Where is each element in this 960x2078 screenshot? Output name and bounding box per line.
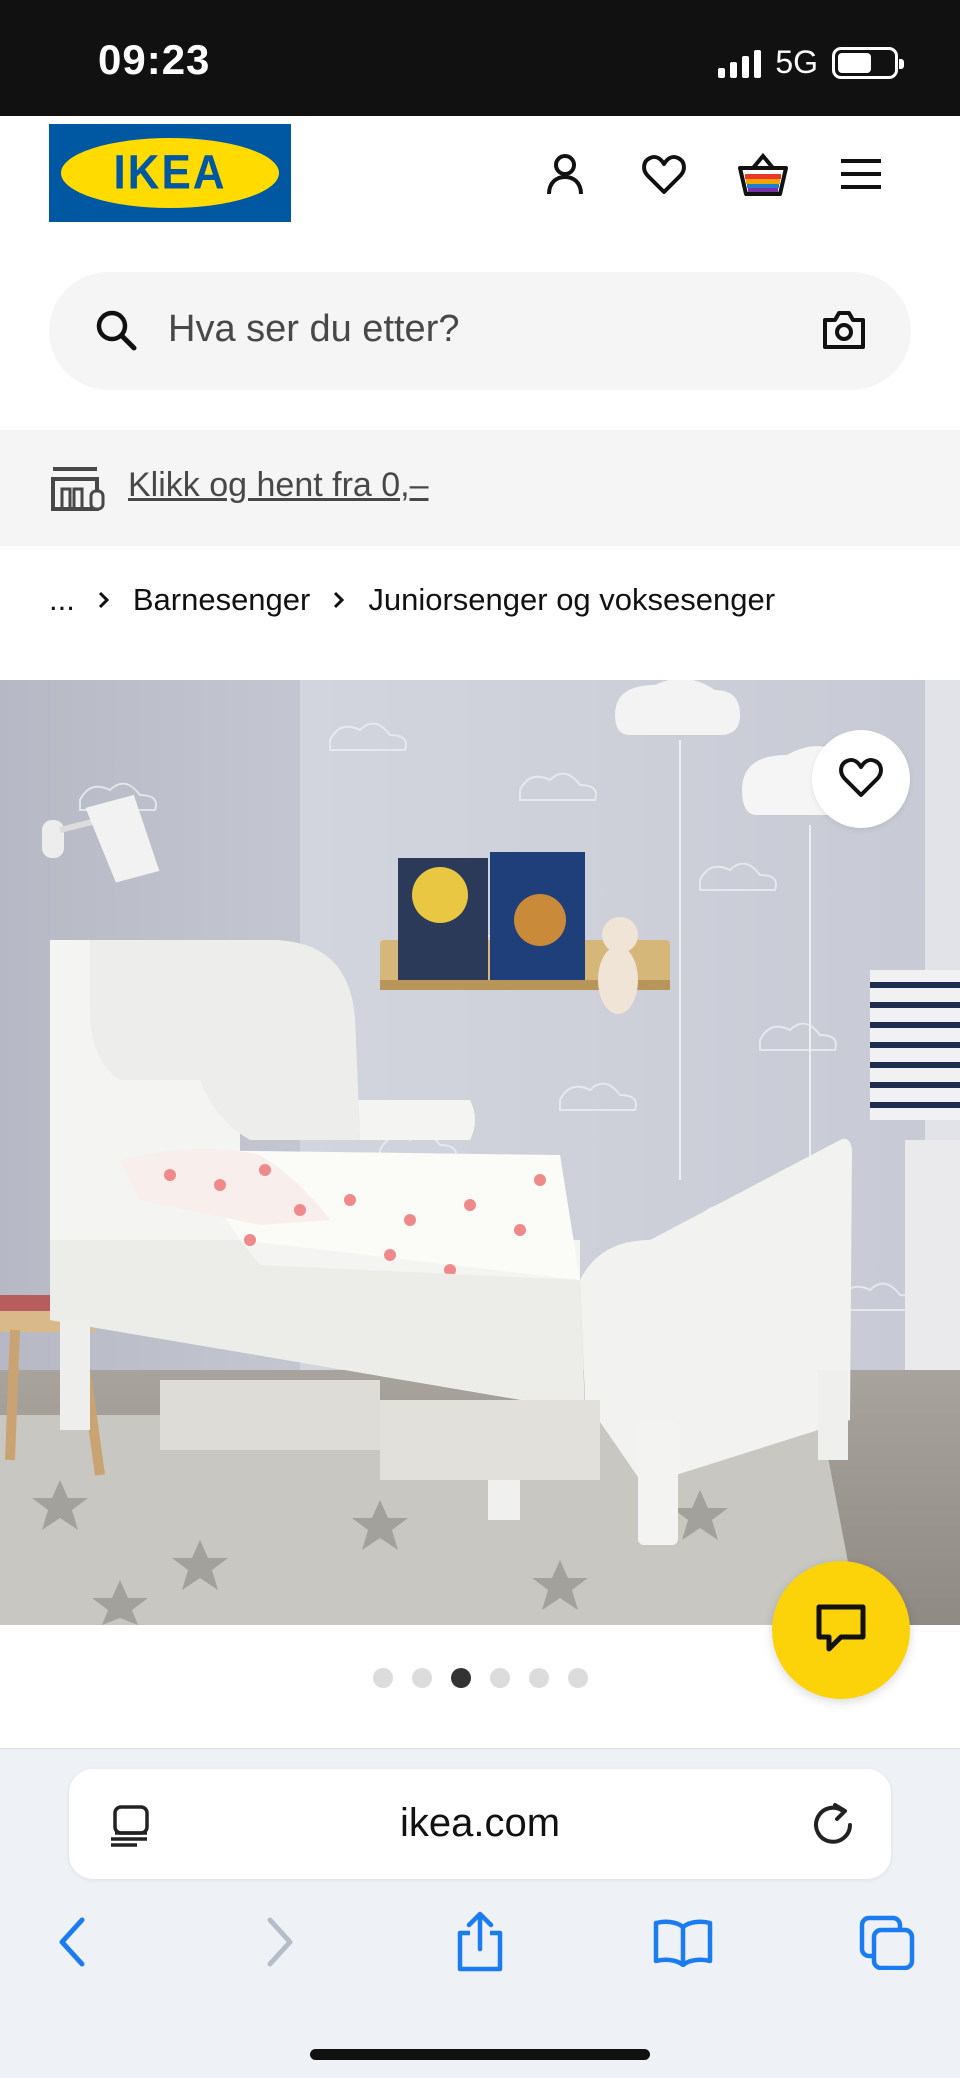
carousel-dot[interactable]	[567, 1668, 588, 1688]
camera-icon[interactable]	[821, 308, 867, 357]
forward-button[interactable]	[240, 1909, 320, 1979]
back-button[interactable]	[32, 1909, 112, 1979]
chevron-right-icon	[332, 590, 346, 610]
clock: 09:23	[98, 36, 211, 83]
browser-nav-row	[0, 1909, 960, 1979]
store-icon	[50, 465, 106, 516]
share-icon	[454, 1911, 506, 1978]
search-icon	[93, 307, 139, 358]
reload-icon[interactable]	[811, 1801, 855, 1852]
heart-icon[interactable]	[636, 146, 692, 202]
tabs-button[interactable]	[847, 1909, 927, 1979]
carousel-dot[interactable]	[528, 1668, 549, 1688]
bookmarks-button[interactable]	[643, 1909, 723, 1979]
site-header: IKEA	[0, 116, 960, 266]
address-bar[interactable]: ikea.com	[69, 1769, 891, 1879]
search-input[interactable]: Hva ser du etter?	[49, 272, 911, 390]
network-label: 5G	[775, 44, 818, 80]
ikea-logo[interactable]: IKEA	[49, 124, 291, 222]
click-collect-banner: Klikk og hent fra 0,–	[0, 430, 960, 546]
tabs-icon	[858, 1914, 916, 1975]
carousel-dot[interactable]	[372, 1668, 393, 1688]
battery-icon	[832, 46, 904, 79]
status-bar: 09:23 5G	[0, 0, 960, 116]
breadcrumb-item-barnesenger[interactable]: Barnesenger	[133, 582, 311, 618]
breadcrumb-ellipsis[interactable]: ...	[49, 582, 75, 618]
chevron-right-icon	[264, 1916, 296, 1973]
add-to-favorites-button[interactable]	[812, 730, 910, 828]
click-collect-link[interactable]: Klikk og hent fra 0,–	[128, 466, 429, 505]
chat-bubble-icon	[815, 1603, 867, 1658]
home-indicator	[310, 2049, 650, 2060]
breadcrumb: ... Barnesenger Juniorsenger og voksesen…	[49, 578, 775, 622]
product-image[interactable]	[0, 680, 960, 1625]
book-icon	[652, 1917, 714, 1972]
signal-icon	[718, 48, 762, 78]
chevron-right-icon	[97, 590, 111, 610]
url-text: ikea.com	[399, 1801, 561, 1845]
carousel-dot-active[interactable]	[450, 1668, 471, 1688]
carousel-dot[interactable]	[489, 1668, 510, 1688]
carousel-dot[interactable]	[411, 1668, 432, 1688]
heart-icon	[837, 755, 885, 804]
menu-icon[interactable]	[833, 146, 889, 202]
browser-toolbar: ikea.com	[0, 1748, 960, 2078]
share-button[interactable]	[440, 1909, 520, 1979]
account-icon[interactable]	[537, 146, 593, 202]
breadcrumb-item-juniorsenger[interactable]: Juniorsenger og voksesenger	[368, 582, 775, 618]
search-placeholder: Hva ser du etter?	[168, 308, 460, 350]
shopping-bag-icon[interactable]	[735, 146, 791, 202]
chevron-left-icon	[56, 1916, 88, 1973]
chat-button[interactable]	[772, 1561, 910, 1699]
